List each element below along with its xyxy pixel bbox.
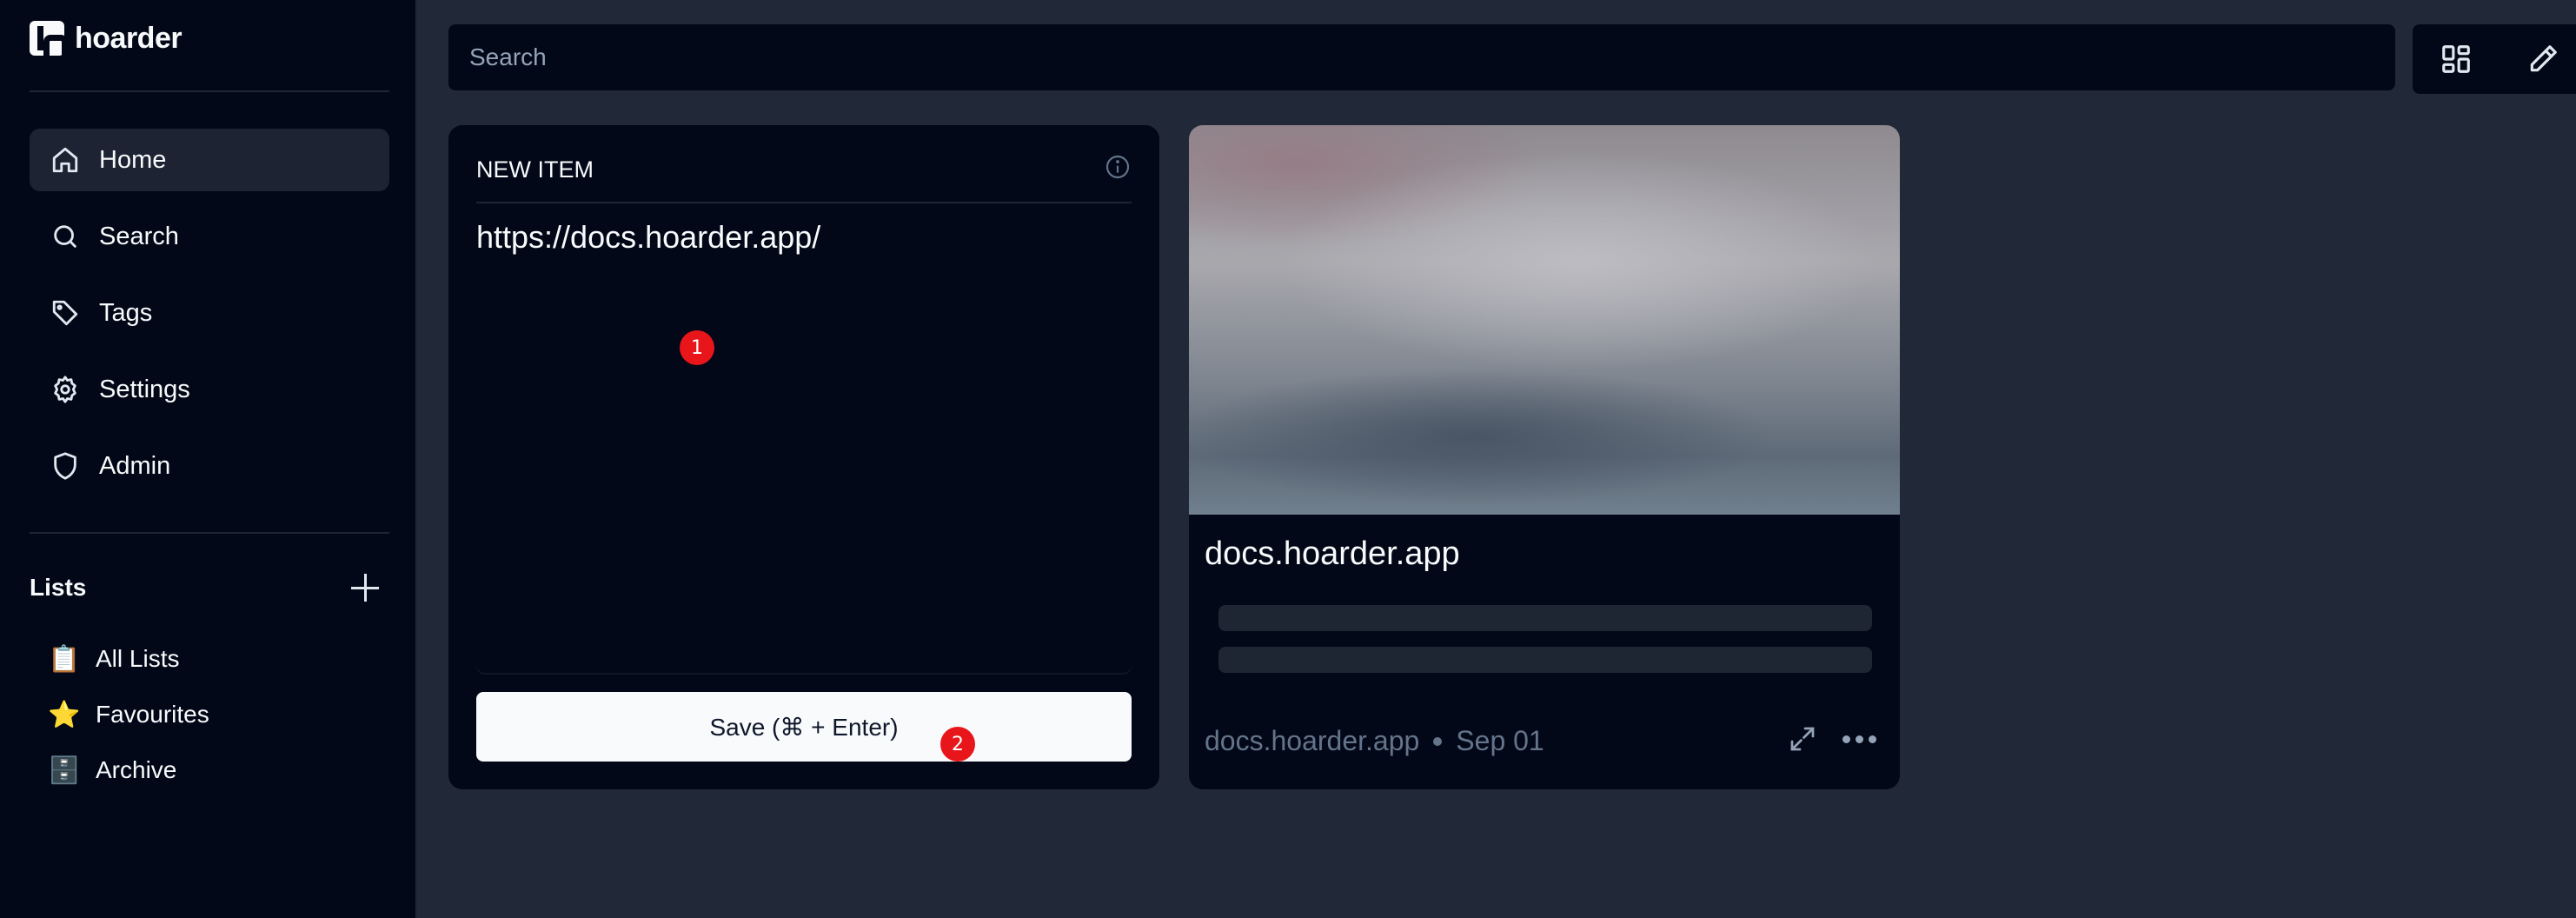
new-item-card: NEW ITEM Save (⌘ + Enter) 1 2 (448, 125, 1159, 789)
search-input[interactable] (448, 24, 2395, 90)
expand-icon[interactable] (1787, 723, 1818, 755)
list-item-label: Archive (96, 756, 177, 783)
new-item-divider (476, 202, 1132, 203)
annotation-marker-2: 2 (940, 727, 975, 762)
clipboard-icon: 📋 (48, 644, 81, 674)
search-icon (54, 225, 76, 248)
bookmark-title[interactable]: docs.hoarder.app (1205, 536, 1460, 573)
sidebar-item-label: Tags (99, 298, 153, 327)
tag-icon (52, 300, 78, 326)
annotation-marker-1: 1 (680, 330, 714, 365)
bookmark-preview-image[interactable] (1189, 125, 1900, 515)
list-item-favourites[interactable]: ⭐ Favourites (48, 687, 209, 742)
save-button[interactable]: Save (⌘ + Enter) (476, 692, 1132, 762)
list-item-all-lists[interactable]: 📋 All Lists (48, 631, 209, 687)
bookmark-card[interactable]: docs.hoarder.app docs.hoarder.app Sep 01 (1189, 125, 1900, 789)
add-list-icon[interactable] (348, 570, 382, 605)
gear-icon (54, 376, 76, 403)
sidebar-item-label: Admin (99, 451, 171, 480)
toolbar (2413, 24, 2576, 94)
hoarder-logo-icon (30, 21, 68, 57)
bookmark-footer: docs.hoarder.app Sep 01 (1205, 725, 1544, 757)
sidebar-nav: Home Search Tags Settings Admin (30, 129, 389, 511)
star-icon: ⭐ (48, 700, 81, 729)
more-options-icon[interactable] (1842, 728, 1877, 749)
sidebar-divider-top (30, 90, 389, 92)
edit-button[interactable] (2500, 24, 2576, 94)
bookmark-domain[interactable]: docs.hoarder.app (1205, 725, 1419, 757)
sidebar-item-label: Search (99, 222, 179, 250)
sidebar-item-label: Home (99, 145, 167, 174)
new-item-title: NEW ITEM (476, 156, 594, 183)
list-item-label: Favourites (96, 701, 209, 728)
layout-toggle-button[interactable] (2413, 24, 2500, 94)
app-logo[interactable]: hoarder (30, 21, 183, 57)
lists-title: Lists (30, 574, 87, 601)
sidebar-item-settings[interactable]: Settings (30, 358, 389, 421)
layout-grid-icon (2442, 45, 2470, 73)
sidebar: hoarder Home Search Tags Settings Admin … (0, 0, 417, 918)
list-item-label: All Lists (96, 645, 180, 672)
file-cabinet-icon: 🗄️ (48, 755, 81, 785)
sidebar-item-admin[interactable]: Admin (30, 435, 389, 497)
info-icon[interactable] (1104, 153, 1132, 181)
lists-header: Lists (30, 570, 389, 605)
lists: 📋 All Lists ⭐ Favourites 🗄️ Archive (48, 631, 209, 798)
shield-icon (54, 452, 76, 480)
pencil-icon (2530, 45, 2557, 72)
sidebar-item-label: Settings (99, 375, 190, 403)
separator-dot (1433, 736, 1443, 746)
bookmark-date: Sep 01 (1456, 725, 1544, 756)
sidebar-item-home[interactable]: Home (30, 129, 389, 191)
sidebar-divider-lists (30, 532, 389, 534)
sidebar-item-search[interactable]: Search (30, 205, 389, 268)
home-icon (52, 147, 78, 173)
loading-skeleton-line (1218, 605, 1872, 631)
list-item-archive[interactable]: 🗄️ Archive (48, 742, 209, 798)
new-item-input[interactable] (476, 212, 1132, 675)
sidebar-item-tags[interactable]: Tags (30, 282, 389, 344)
loading-skeleton-line (1218, 647, 1872, 673)
app-name: hoarder (75, 21, 183, 55)
